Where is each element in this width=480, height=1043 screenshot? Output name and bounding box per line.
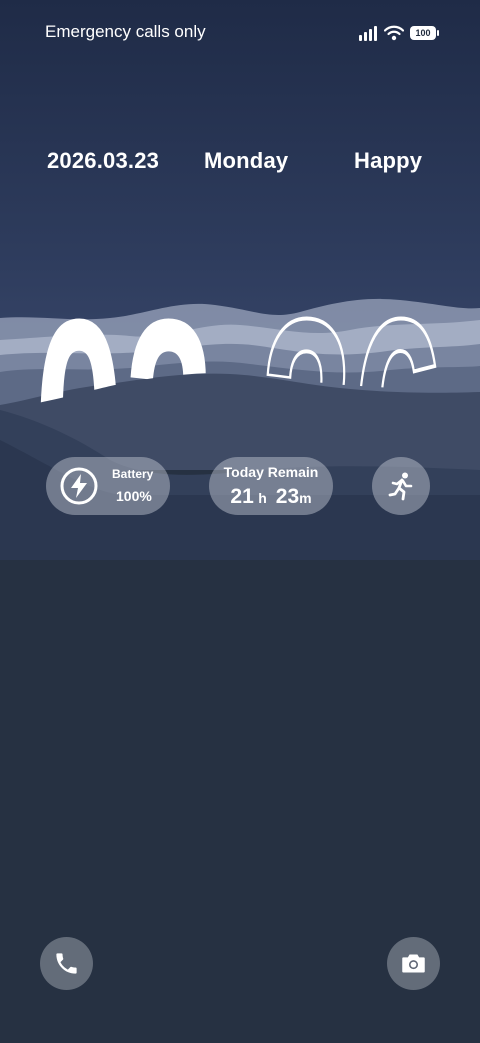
lock-clock: 02 36 [0, 188, 480, 418]
signal-icon [359, 26, 377, 41]
remaining-time: 21 h 23m [209, 485, 333, 509]
battery-icon: 100 [410, 26, 439, 40]
remaining-label: Today Remain [223, 464, 319, 480]
running-person-icon [388, 472, 413, 501]
battery-label: Battery [112, 467, 154, 481]
carrier-text: Emergency calls only [45, 22, 206, 41]
remaining-minutes-unit: m [299, 490, 312, 506]
camera-shortcut-button[interactable] [387, 937, 440, 990]
camera-icon [402, 954, 425, 973]
remaining-minutes: 23 [275, 485, 300, 508]
battery-level: 100 [415, 28, 431, 38]
date-text: 2026.03.23 [47, 148, 160, 173]
remaining-time-widget[interactable]: Today Remain 21 h 23m [209, 457, 333, 515]
greeting-text: Happy [354, 148, 423, 173]
battery-value: 100% [116, 488, 152, 504]
remaining-hours: 21 [230, 485, 254, 508]
status-bar: Emergency calls only 100 [0, 0, 480, 66]
battery-widget[interactable]: Battery 100% [46, 457, 170, 515]
activity-button[interactable] [372, 457, 430, 515]
weekday-text: Monday [204, 148, 289, 173]
phone-shortcut-button[interactable] [40, 937, 93, 990]
phone-icon [56, 953, 77, 974]
status-icons: 100 [358, 23, 439, 43]
wifi-icon [384, 25, 404, 41]
remaining-hours-unit: h [258, 490, 267, 506]
lightning-icon [60, 467, 98, 505]
